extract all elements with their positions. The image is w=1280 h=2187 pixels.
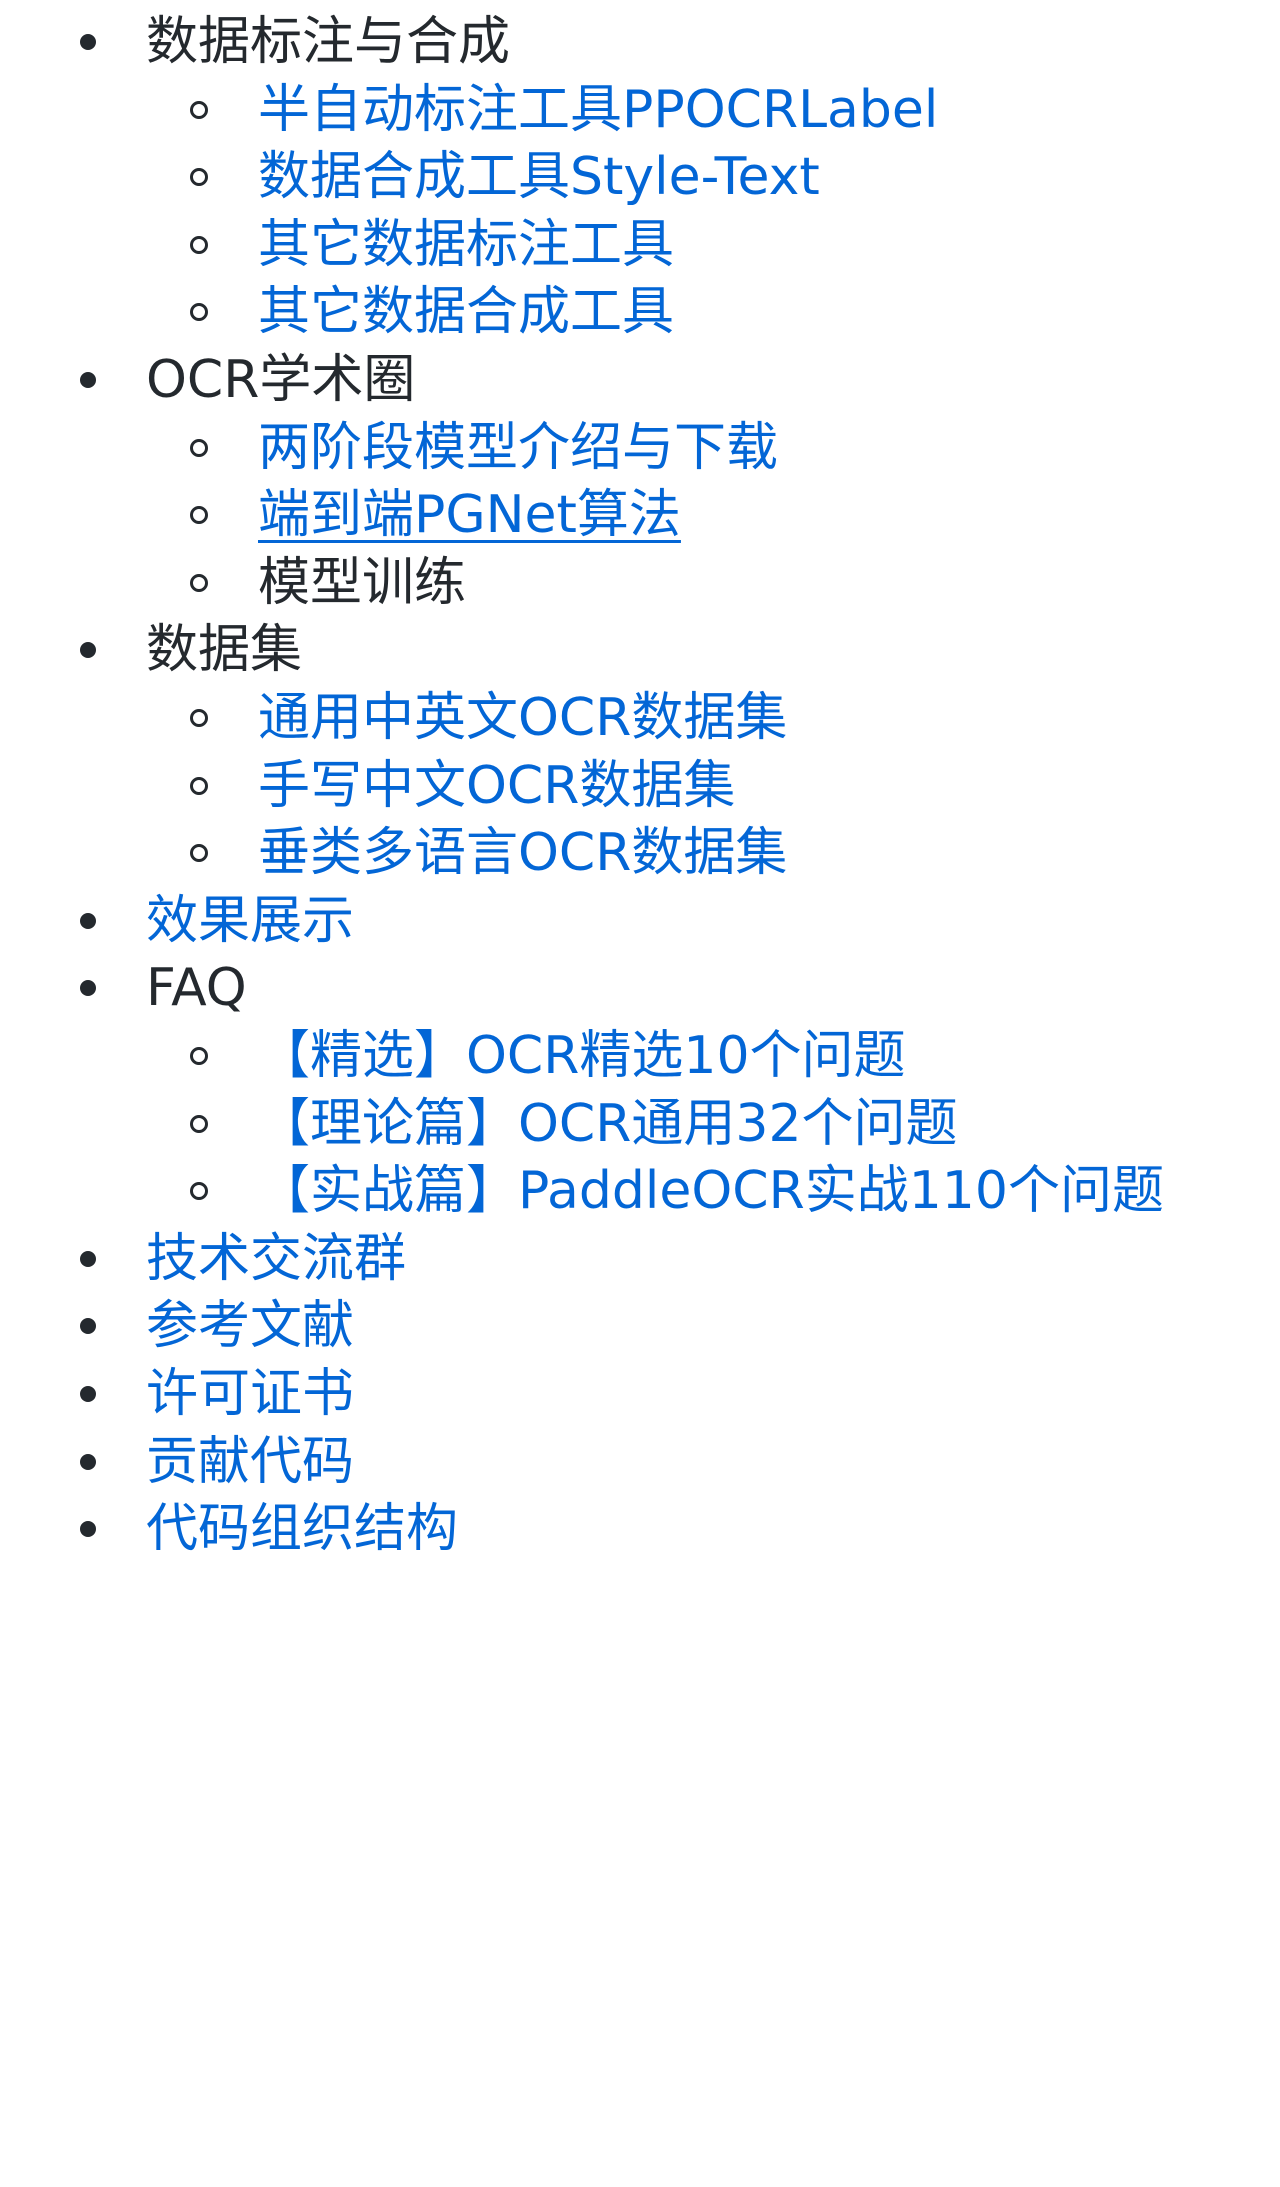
toc-link[interactable]: 代码组织结构 (146, 1481, 458, 1577)
bullet-circle-icon (190, 1114, 208, 1133)
bullet-disc-icon (80, 1318, 96, 1335)
bullet-circle-icon (190, 1182, 208, 1201)
bullet-circle-icon (190, 235, 208, 254)
bullet-circle-icon (190, 100, 208, 119)
bullet-disc-icon (80, 642, 96, 659)
toc-item[interactable]: 代码组织结构 (80, 1481, 458, 1577)
bullet-disc-icon (80, 1453, 96, 1470)
table-of-contents: 数据标注与合成 半自动标注工具PPOCRLabel 数据合成工具Style-Text… (0, 0, 1280, 2187)
bullet-circle-icon (190, 844, 208, 863)
bullet-disc-icon (80, 372, 96, 388)
bullet-disc-icon (80, 980, 96, 997)
bullet-disc-icon (80, 1250, 96, 1267)
bullet-circle-icon (190, 1047, 208, 1065)
bullet-circle-icon (190, 573, 208, 592)
bullet-circle-icon (190, 303, 208, 322)
bullet-circle-icon (190, 438, 208, 457)
bullet-disc-icon (80, 1521, 96, 1538)
bullet-circle-icon (190, 776, 208, 795)
bullet-circle-icon (190, 506, 208, 525)
bullet-circle-icon (190, 709, 208, 727)
bullet-disc-icon (80, 34, 96, 50)
bullet-circle-icon (190, 168, 208, 187)
bullet-disc-icon (80, 1386, 96, 1402)
bullet-disc-icon (80, 912, 96, 929)
